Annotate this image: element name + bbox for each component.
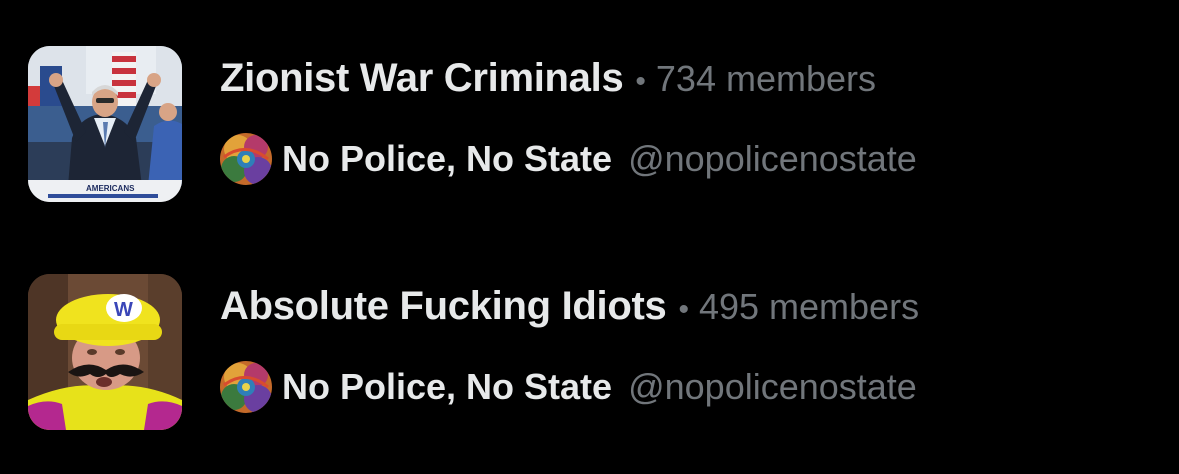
list-title[interactable]: Zionist War Criminals xyxy=(220,56,624,101)
separator-dot: • xyxy=(635,65,646,98)
owner-name[interactable]: No Police, No State xyxy=(282,138,612,180)
list-thumbnail[interactable]: AMERICANS xyxy=(28,46,182,202)
svg-text:AMERICANS: AMERICANS xyxy=(86,184,135,193)
wario-costume-photo-thumbnail: W xyxy=(28,274,182,430)
list-item[interactable]: W Absolute Fucking Idiots • 495 members xyxy=(0,274,1179,474)
svg-text:W: W xyxy=(114,299,133,321)
list-owner[interactable]: No Police, No State @nopolicenostate xyxy=(220,133,917,185)
member-count[interactable]: 734 members xyxy=(656,58,876,100)
list-owner[interactable]: No Police, No State @nopolicenostate xyxy=(220,361,917,413)
member-count[interactable]: 495 members xyxy=(699,286,919,328)
lists-container: AMERICANS Zionist War Criminals • 734 me… xyxy=(0,0,1179,469)
separator-dot: • xyxy=(678,293,689,326)
list-item[interactable]: AMERICANS Zionist War Criminals • 734 me… xyxy=(0,46,1179,246)
owner-handle[interactable]: @nopolicenostate xyxy=(628,138,917,180)
colorful-abstract-avatar-icon xyxy=(220,361,272,413)
colorful-abstract-avatar-icon xyxy=(220,133,272,185)
owner-handle[interactable]: @nopolicenostate xyxy=(628,366,917,408)
list-title-line: Absolute Fucking Idiots • 495 members xyxy=(220,284,919,334)
list-title[interactable]: Absolute Fucking Idiots xyxy=(220,284,667,329)
list-title-line: Zionist War Criminals • 734 members xyxy=(220,56,876,106)
rally-photo-thumbnail: AMERICANS xyxy=(28,46,182,202)
owner-name[interactable]: No Police, No State xyxy=(282,366,612,408)
list-thumbnail[interactable]: W xyxy=(28,274,182,430)
owner-avatar[interactable] xyxy=(220,361,272,413)
owner-avatar[interactable] xyxy=(220,133,272,185)
